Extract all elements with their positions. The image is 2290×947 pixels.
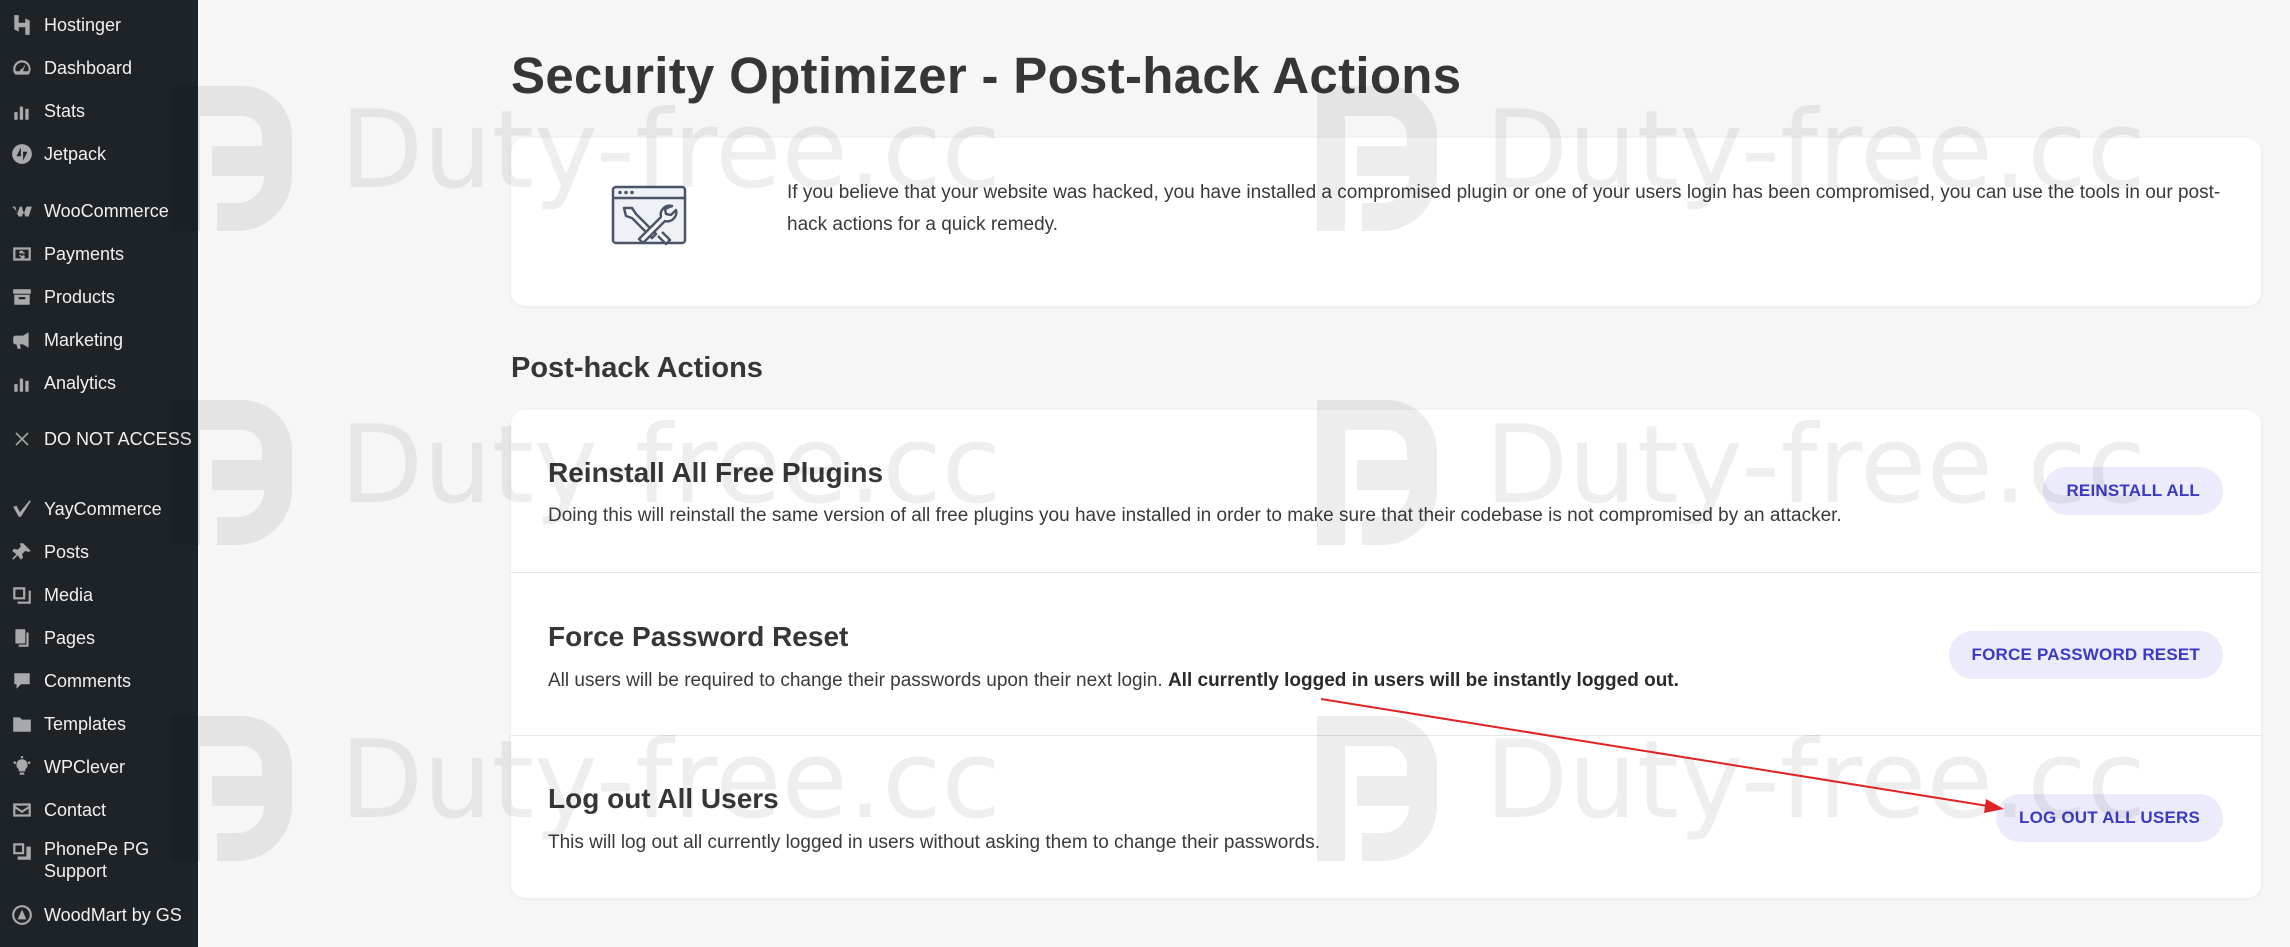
watermark-text: Duty-free.cc bbox=[1485, 403, 2146, 528]
sidebar-item-label: WPClever bbox=[44, 757, 126, 777]
sidebar-item-do-not-access[interactable]: DO NOT ACCESS bbox=[0, 426, 198, 452]
mail-icon bbox=[9, 797, 35, 823]
admin-sidebar: Hostinger Dashboard Stats Jetpack WooCom… bbox=[0, 0, 198, 947]
media-icon bbox=[9, 582, 35, 608]
sidebar-item-label: Contact bbox=[44, 800, 107, 820]
sidebar-item-label: Comments bbox=[44, 671, 132, 691]
lightbulb-icon bbox=[9, 754, 35, 780]
sidebar-item-label: Payments bbox=[44, 244, 125, 264]
watermark-text: Duty-free.cc bbox=[340, 403, 1001, 528]
sidebar-item-phonepe-pg-support[interactable]: PhonePe PG Support bbox=[0, 838, 198, 882]
force-password-reset-button[interactable]: FORCE PASSWORD RESET bbox=[1948, 631, 2223, 679]
action-title: Force Password Reset bbox=[548, 621, 849, 652]
sidebar-item-hostinger[interactable]: Hostinger bbox=[0, 12, 198, 38]
sidebar-item-payments[interactable]: Payments bbox=[0, 241, 198, 267]
pages-icon bbox=[9, 625, 35, 651]
sidebar-item-label: DO NOT ACCESS bbox=[44, 429, 192, 449]
section-title: Post-hack Actions bbox=[511, 352, 763, 384]
payments-icon bbox=[9, 241, 35, 267]
sidebar-item-label: Dashboard bbox=[44, 58, 133, 78]
sidebar-item-label: Analytics bbox=[44, 373, 117, 393]
sidebar-item-label: PhonePe PG Support bbox=[44, 839, 150, 881]
phonepe-icon bbox=[9, 838, 35, 864]
sidebar-item-label: Pages bbox=[44, 628, 96, 648]
sidebar-item-label: YayCommerce bbox=[44, 499, 162, 519]
sidebar-item-label: Media bbox=[44, 585, 94, 605]
stats-icon bbox=[9, 98, 35, 124]
sidebar-item-posts[interactable]: Posts bbox=[0, 539, 198, 565]
sidebar-item-media[interactable]: Media bbox=[0, 582, 198, 608]
watermark-text: Duty-free.cc bbox=[1485, 718, 2146, 843]
woocommerce-icon bbox=[9, 198, 35, 224]
sidebar-item-label: Marketing bbox=[44, 330, 124, 350]
hostinger-icon bbox=[9, 12, 35, 38]
sidebar-item-comments[interactable]: Comments bbox=[0, 668, 198, 694]
dashboard-icon bbox=[9, 55, 35, 81]
sidebar-item-woodmart[interactable]: WoodMart by GS bbox=[0, 902, 198, 928]
sidebar-item-label: WoodMart by GS bbox=[44, 905, 182, 925]
sidebar-item-label: Stats bbox=[44, 101, 86, 121]
sidebar-item-label: Posts bbox=[44, 542, 90, 562]
sidebar-item-label: WooCommerce bbox=[44, 201, 169, 221]
folder-icon bbox=[9, 711, 35, 737]
sidebar-item-wpclever[interactable]: WPClever bbox=[0, 754, 198, 780]
pin-icon bbox=[9, 539, 35, 565]
sidebar-item-contact[interactable]: Contact bbox=[0, 797, 198, 823]
watermark-text: Duty-free.cc bbox=[1485, 88, 2146, 213]
products-icon bbox=[9, 284, 35, 310]
action-description-emphasis: All currently logged in users will be in… bbox=[1167, 670, 1679, 691]
sidebar-item-jetpack[interactable]: Jetpack bbox=[0, 141, 198, 167]
yaycommerce-icon bbox=[9, 496, 35, 522]
sidebar-item-woocommerce[interactable]: WooCommerce bbox=[0, 198, 198, 224]
jetpack-icon bbox=[9, 141, 35, 167]
action-row-force-password-reset: Force Password Reset All users will be r… bbox=[511, 572, 2261, 735]
close-icon bbox=[9, 426, 35, 452]
sidebar-item-stats[interactable]: Stats bbox=[0, 98, 198, 124]
megaphone-icon bbox=[9, 327, 35, 353]
sidebar-item-analytics[interactable]: Analytics bbox=[0, 370, 198, 396]
watermark-text: Duty-free.cc bbox=[340, 718, 1001, 843]
watermark-text: Duty-free.cc bbox=[340, 88, 1001, 213]
analytics-icon bbox=[9, 370, 35, 396]
sidebar-item-label: Jetpack bbox=[44, 144, 107, 164]
sidebar-item-label: Products bbox=[44, 287, 116, 307]
woodmart-icon bbox=[9, 902, 35, 928]
sidebar-item-yaycommerce[interactable]: YayCommerce bbox=[0, 496, 198, 522]
sidebar-item-dashboard[interactable]: Dashboard bbox=[0, 55, 198, 81]
sidebar-item-label: Hostinger bbox=[44, 15, 122, 35]
sidebar-item-label: Templates bbox=[44, 714, 127, 734]
sidebar-item-templates[interactable]: Templates bbox=[0, 711, 198, 737]
sidebar-item-pages[interactable]: Pages bbox=[0, 625, 198, 651]
action-description: All users will be required to change the… bbox=[548, 670, 1679, 691]
sidebar-item-products[interactable]: Products bbox=[0, 284, 198, 310]
sidebar-item-marketing[interactable]: Marketing bbox=[0, 327, 198, 353]
comments-icon bbox=[9, 668, 35, 694]
